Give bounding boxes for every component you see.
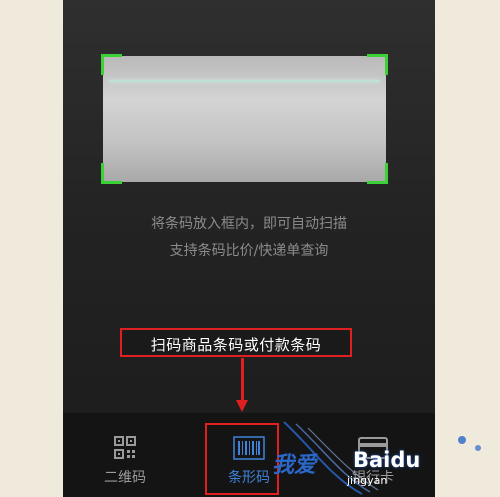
frame-corner-bottom-right	[367, 163, 388, 184]
frame-corner-top-right	[367, 54, 388, 75]
scan-hint-line2: 支持条码比价/快递单查询	[169, 243, 329, 259]
frame-corner-bottom-left	[101, 163, 122, 184]
barcode-tab-highlight	[205, 423, 279, 495]
frame-corner-top-left	[101, 54, 122, 75]
qr-code-icon	[114, 436, 136, 459]
scan-line	[109, 80, 380, 82]
scan-hint-line1: 将条码放入框内，即可自动扫描	[151, 216, 347, 232]
annotation-callout: 扫码商品条码或付款条码	[120, 328, 352, 357]
tab-qr-code-label: 二维码	[104, 470, 146, 486]
watermark-text-main: 我爱	[272, 453, 317, 478]
annotation-arrow-icon	[236, 400, 248, 412]
watermark-text-brand: Baidu	[353, 448, 421, 472]
scan-frame	[101, 54, 388, 184]
tab-qr-code[interactable]: 二维码	[63, 413, 187, 497]
annotation-text: 扫码商品条码或付款条码	[150, 336, 322, 354]
annotation-arrow-line	[241, 358, 244, 402]
watermark-text-sub: jingyan	[347, 474, 388, 487]
